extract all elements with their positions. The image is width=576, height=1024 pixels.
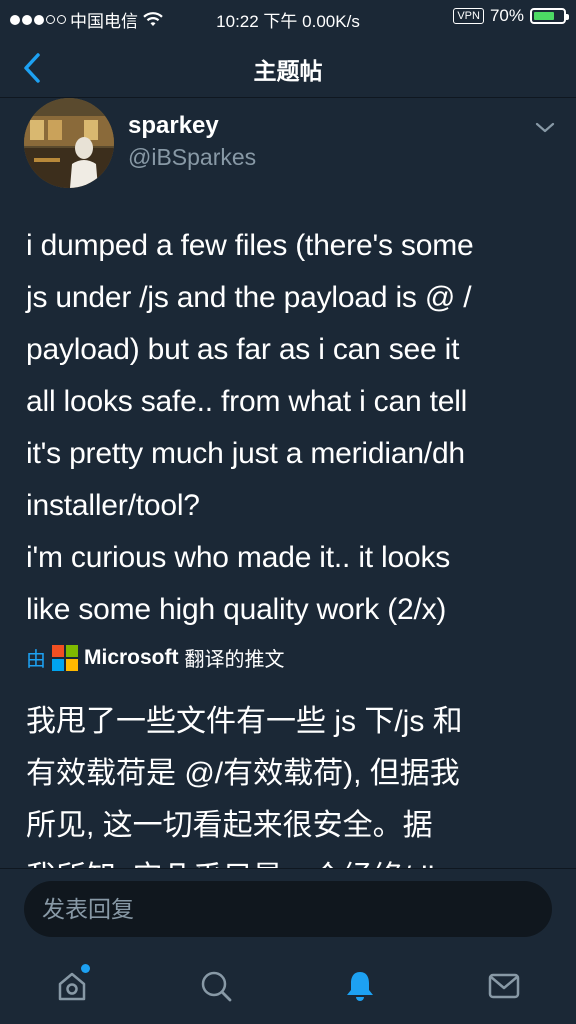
battery-icon (530, 8, 569, 24)
screen: 中国电信 10:22 下午 0.00K/s VPN 70% 主题帖 sparke… (0, 0, 576, 1024)
user-handle[interactable]: @iBSparkes (128, 144, 256, 171)
status-bar: 中国电信 10:22 下午 0.00K/s VPN 70% (0, 0, 576, 36)
network-speed: 0.00K/s (302, 12, 360, 31)
tab-messages[interactable] (482, 964, 526, 1008)
vpn-badge: VPN (453, 8, 484, 24)
tab-search[interactable] (194, 964, 238, 1008)
tab-home[interactable] (50, 964, 94, 1008)
tab-bar (0, 950, 576, 1024)
home-notification-dot (81, 964, 90, 973)
display-name[interactable]: sparkey (128, 112, 219, 140)
chevron-down-icon (535, 122, 555, 133)
bell-icon (347, 972, 373, 1001)
search-icon (201, 971, 232, 1002)
reply-input[interactable] (24, 881, 552, 937)
tab-notifications[interactable] (338, 964, 382, 1008)
tweet: sparkey @iBSparkes i dumped a few files … (0, 98, 576, 868)
translation-attribution[interactable]: 由 Microsoft 翻译的推文 (26, 643, 285, 672)
status-right: VPN 70% (453, 6, 569, 26)
translation-provider: Microsoft (84, 645, 179, 669)
battery-percent: 70% (489, 6, 524, 25)
home-icon (58, 972, 86, 1001)
navigation-bar: 主题帖 (0, 36, 576, 98)
more-options-button[interactable] (530, 118, 560, 138)
battery-level (534, 12, 554, 20)
translation-suffix: 翻译的推文 (184, 649, 285, 671)
avatar-image (24, 98, 114, 188)
translated-text: 我甩了一些文件有一些 js 下/js 和 有效载荷是 @/有效载荷), 但据我 … (26, 705, 463, 868)
microsoft-logo-icon (52, 644, 78, 671)
mail-icon (488, 973, 520, 999)
translation-prefix: 由 (26, 649, 46, 671)
tweet-text: i dumped a few files (there's some js un… (26, 229, 474, 626)
status-time: 10:22 下午 (216, 12, 298, 31)
page-title: 主题帖 (253, 58, 323, 84)
reply-bar (0, 868, 576, 950)
avatar[interactable] (24, 98, 114, 188)
